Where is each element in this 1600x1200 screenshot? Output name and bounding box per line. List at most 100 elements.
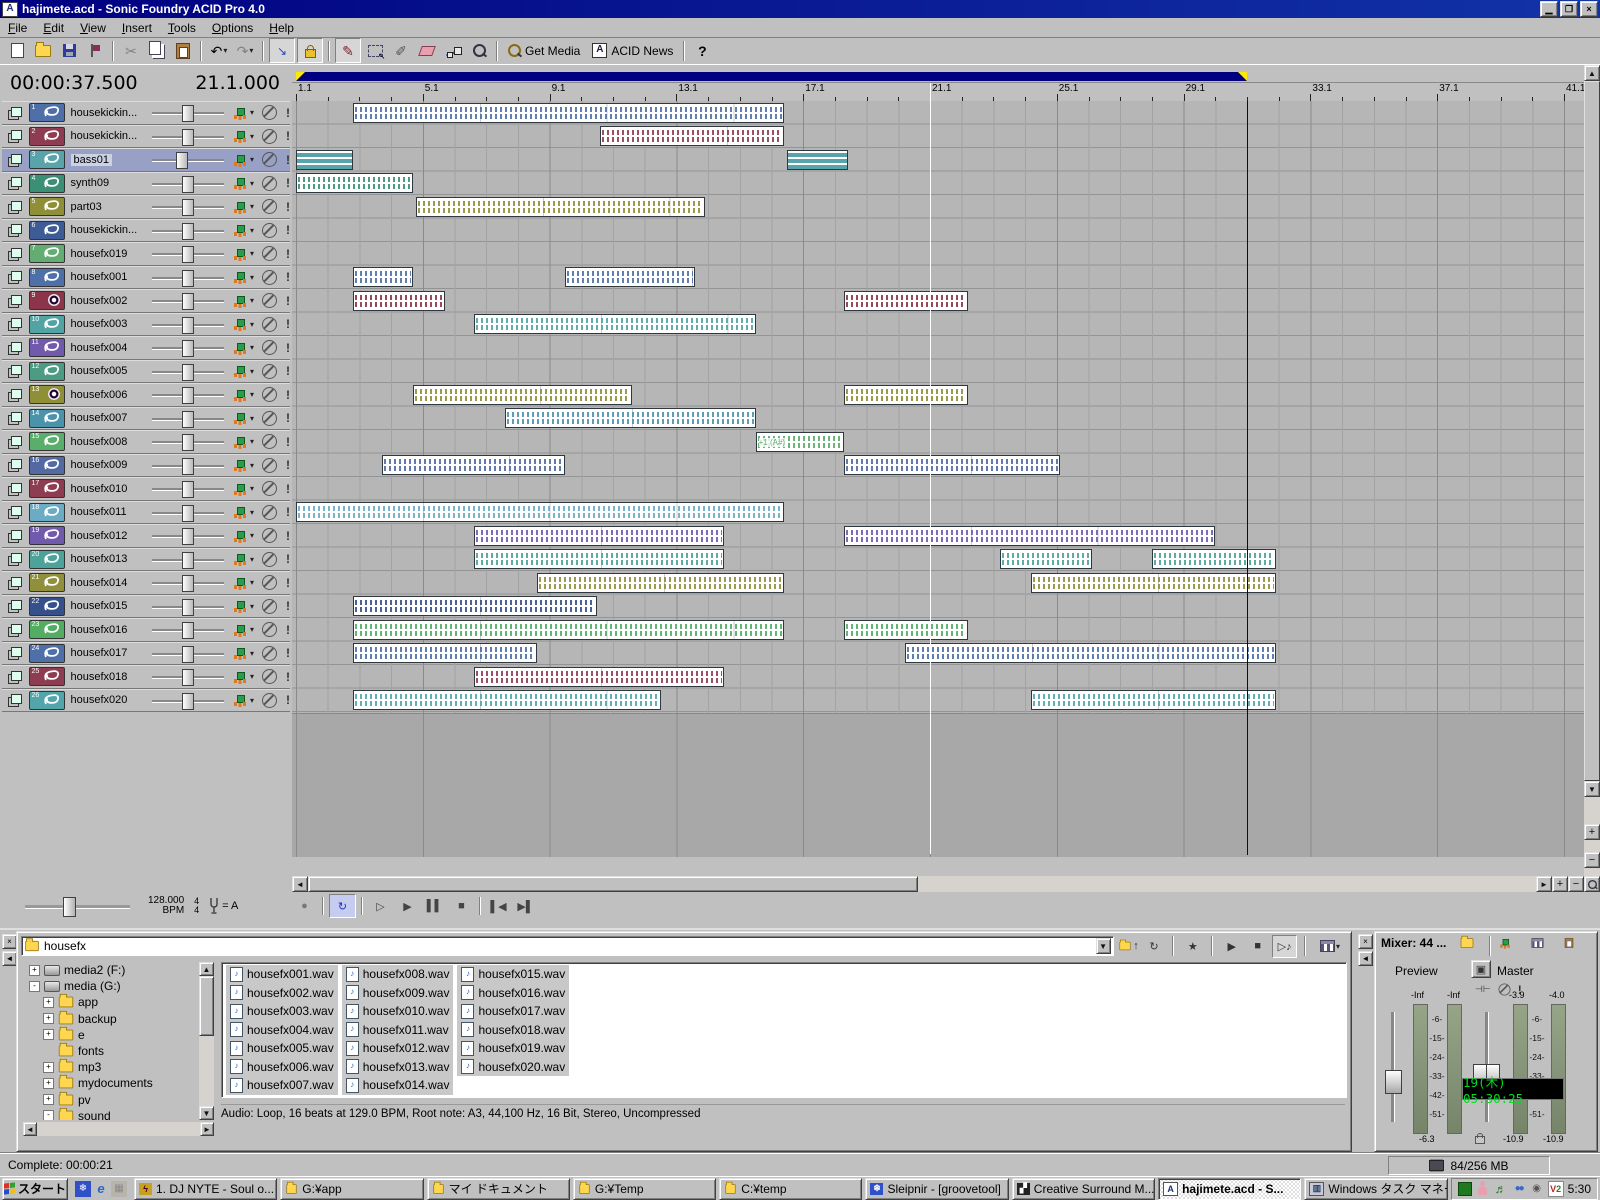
tree-scroll-right-button[interactable]: ► bbox=[200, 1122, 214, 1136]
track-minimize-icon[interactable] bbox=[11, 177, 22, 187]
track-fader-type-dropdown[interactable]: ▾ bbox=[250, 625, 254, 634]
track-name[interactable]: housefx011 bbox=[65, 506, 152, 518]
track-mute-button[interactable] bbox=[262, 434, 277, 449]
event-clip-housekickin...[interactable] bbox=[353, 103, 784, 123]
track-mute-button[interactable] bbox=[262, 152, 277, 167]
file-item[interactable]: ♪housefx005.wav bbox=[226, 1039, 338, 1058]
acid-news-button[interactable]: A ACID News bbox=[586, 39, 679, 62]
event-clip-housefx013[interactable] bbox=[474, 549, 724, 569]
scroll-down-button[interactable]: ▼ bbox=[1584, 781, 1600, 797]
track-minimize-icon[interactable] bbox=[11, 624, 22, 634]
file-item[interactable]: ♪housefx015.wav bbox=[457, 965, 569, 984]
track-header-housefx014[interactable]: 21housefx014▾! bbox=[2, 571, 290, 595]
tree-item-sound[interactable]: -sound bbox=[23, 1108, 197, 1120]
track-fader-type-dropdown[interactable]: ▾ bbox=[250, 672, 254, 681]
track-minimize-icon[interactable] bbox=[11, 483, 22, 493]
track-name[interactable]: housefx015 bbox=[65, 600, 152, 612]
track-volume-handle[interactable] bbox=[182, 387, 194, 404]
track-header-housefx013[interactable]: 20housefx013▾! bbox=[2, 548, 290, 572]
track-header-housefx012[interactable]: 19housefx012▾! bbox=[2, 524, 290, 548]
track-fader-type-dropdown[interactable]: ▾ bbox=[250, 226, 254, 235]
track-volume-slider[interactable] bbox=[152, 480, 224, 497]
track-volume-handle[interactable] bbox=[182, 434, 194, 451]
horizontal-scroll-thumb[interactable] bbox=[308, 876, 918, 892]
file-item[interactable]: ♪housefx006.wav bbox=[226, 1058, 338, 1077]
track-solo-button[interactable]: ! bbox=[286, 552, 290, 566]
track-mute-button[interactable] bbox=[262, 293, 277, 308]
track-header-synth09[interactable]: 4synth09▾! bbox=[2, 172, 290, 196]
event-clip-housefx003[interactable] bbox=[474, 314, 756, 334]
zoom-in-track-height-button[interactable]: + bbox=[1584, 824, 1600, 840]
track-solo-button[interactable]: ! bbox=[286, 153, 290, 167]
file-item[interactable]: ♪housefx004.wav bbox=[226, 1021, 338, 1040]
measures-beats-display[interactable]: 21.1.000 bbox=[195, 72, 280, 94]
track-view-grid[interactable]: +1 (A#) bbox=[292, 101, 1584, 713]
track-header-housefx002[interactable]: 9housefx002▾! bbox=[2, 289, 290, 313]
close-button[interactable]: × bbox=[1580, 1, 1598, 17]
track-icon-badge[interactable]: 18 bbox=[29, 503, 65, 522]
track-minimize-icon[interactable] bbox=[11, 530, 22, 540]
new-project-button[interactable] bbox=[5, 39, 29, 62]
preview-fader-track[interactable] bbox=[1391, 1012, 1394, 1122]
copy-button[interactable] bbox=[145, 39, 169, 62]
menu-edit[interactable]: Edit bbox=[35, 19, 72, 37]
track-fx-button[interactable] bbox=[232, 693, 248, 707]
timeline-vertical-scrollbar[interactable]: ▲ ▼ + − bbox=[1584, 65, 1600, 876]
track-header-part03[interactable]: 5part03▾! bbox=[2, 195, 290, 219]
envelope-tool-button[interactable] bbox=[441, 39, 465, 62]
track-solo-button[interactable]: ! bbox=[286, 458, 290, 472]
event-clip-housefx016[interactable] bbox=[844, 620, 968, 640]
file-item[interactable]: ♪housefx009.wav bbox=[342, 984, 454, 1003]
get-media-button[interactable]: Get Media bbox=[502, 39, 586, 62]
go-to-end-button[interactable]: ▶▌ bbox=[513, 895, 538, 917]
track-header-housefx003[interactable]: 10housefx003▾! bbox=[2, 313, 290, 337]
track-header-housefx009[interactable]: 16housefx009▾! bbox=[2, 454, 290, 478]
track-solo-button[interactable]: ! bbox=[286, 341, 290, 355]
track-icon-badge[interactable]: 8 bbox=[29, 268, 65, 287]
file-item[interactable]: ♪housefx018.wav bbox=[457, 1021, 569, 1040]
track-name[interactable]: housekickin... bbox=[65, 224, 152, 236]
cut-button[interactable]: ✂ bbox=[119, 39, 143, 62]
event-clip-housefx008[interactable]: +1 (A#) bbox=[756, 432, 845, 452]
zoom-out-track-height-button[interactable]: − bbox=[1584, 852, 1600, 868]
event-clip-housekickin...[interactable] bbox=[600, 126, 784, 146]
file-item[interactable]: ♪housefx011.wav bbox=[342, 1021, 454, 1040]
track-minimize-icon[interactable] bbox=[11, 130, 22, 140]
track-solo-button[interactable]: ! bbox=[286, 670, 290, 684]
track-icon-badge[interactable]: 2 bbox=[29, 127, 65, 146]
zoom-tool-corner-button[interactable] bbox=[1584, 876, 1600, 892]
tray-user-icon[interactable] bbox=[1476, 1182, 1490, 1196]
track-mute-button[interactable] bbox=[262, 669, 277, 684]
start-preview-button[interactable]: ▶ bbox=[1220, 936, 1243, 957]
track-volume-slider[interactable] bbox=[152, 292, 224, 309]
track-header-bass01[interactable]: 3bass01▾! bbox=[2, 148, 290, 172]
track-header-housefx005[interactable]: 12housefx005▾! bbox=[2, 360, 290, 384]
track-solo-button[interactable]: ! bbox=[286, 623, 290, 637]
track-fader-type-dropdown[interactable]: ▾ bbox=[250, 343, 254, 352]
track-fx-button[interactable] bbox=[232, 505, 248, 519]
track-fx-button[interactable] bbox=[232, 153, 248, 167]
track-solo-button[interactable]: ! bbox=[286, 270, 290, 284]
file-item[interactable]: ♪housefx019.wav bbox=[457, 1039, 569, 1058]
track-minimize-icon[interactable] bbox=[11, 224, 22, 234]
track-volume-handle[interactable] bbox=[182, 129, 194, 146]
track-header-housefx004[interactable]: 11housefx004▾! bbox=[2, 336, 290, 360]
event-clip-bass01[interactable] bbox=[296, 150, 353, 170]
file-item[interactable]: ♪housefx003.wav bbox=[226, 1002, 338, 1021]
track-mute-button[interactable] bbox=[262, 646, 277, 661]
track-fader-type-dropdown[interactable]: ▾ bbox=[250, 132, 254, 141]
tree-item-e[interactable]: +e bbox=[23, 1027, 197, 1043]
event-clip-housefx018[interactable] bbox=[474, 667, 724, 687]
track-minimize-icon[interactable] bbox=[11, 553, 22, 563]
track-icon-badge[interactable]: 19 bbox=[29, 526, 65, 545]
go-to-start-button[interactable]: ▌◀ bbox=[486, 895, 511, 917]
track-fader-type-dropdown[interactable]: ▾ bbox=[250, 484, 254, 493]
track-fader-type-dropdown[interactable]: ▾ bbox=[250, 461, 254, 470]
tray-volume-icon[interactable]: ♬ bbox=[1494, 1182, 1508, 1196]
up-one-level-button[interactable]: ↑ bbox=[1117, 936, 1140, 957]
track-header-housefx020[interactable]: 26housefx020▾! bbox=[2, 689, 290, 713]
track-header-housefx008[interactable]: 15housefx008▾! bbox=[2, 430, 290, 454]
tree-expander[interactable]: + bbox=[43, 1029, 54, 1040]
track-fader-type-dropdown[interactable]: ▾ bbox=[250, 273, 254, 282]
tree-item-media2F[interactable]: +media2 (F:) bbox=[23, 962, 197, 978]
